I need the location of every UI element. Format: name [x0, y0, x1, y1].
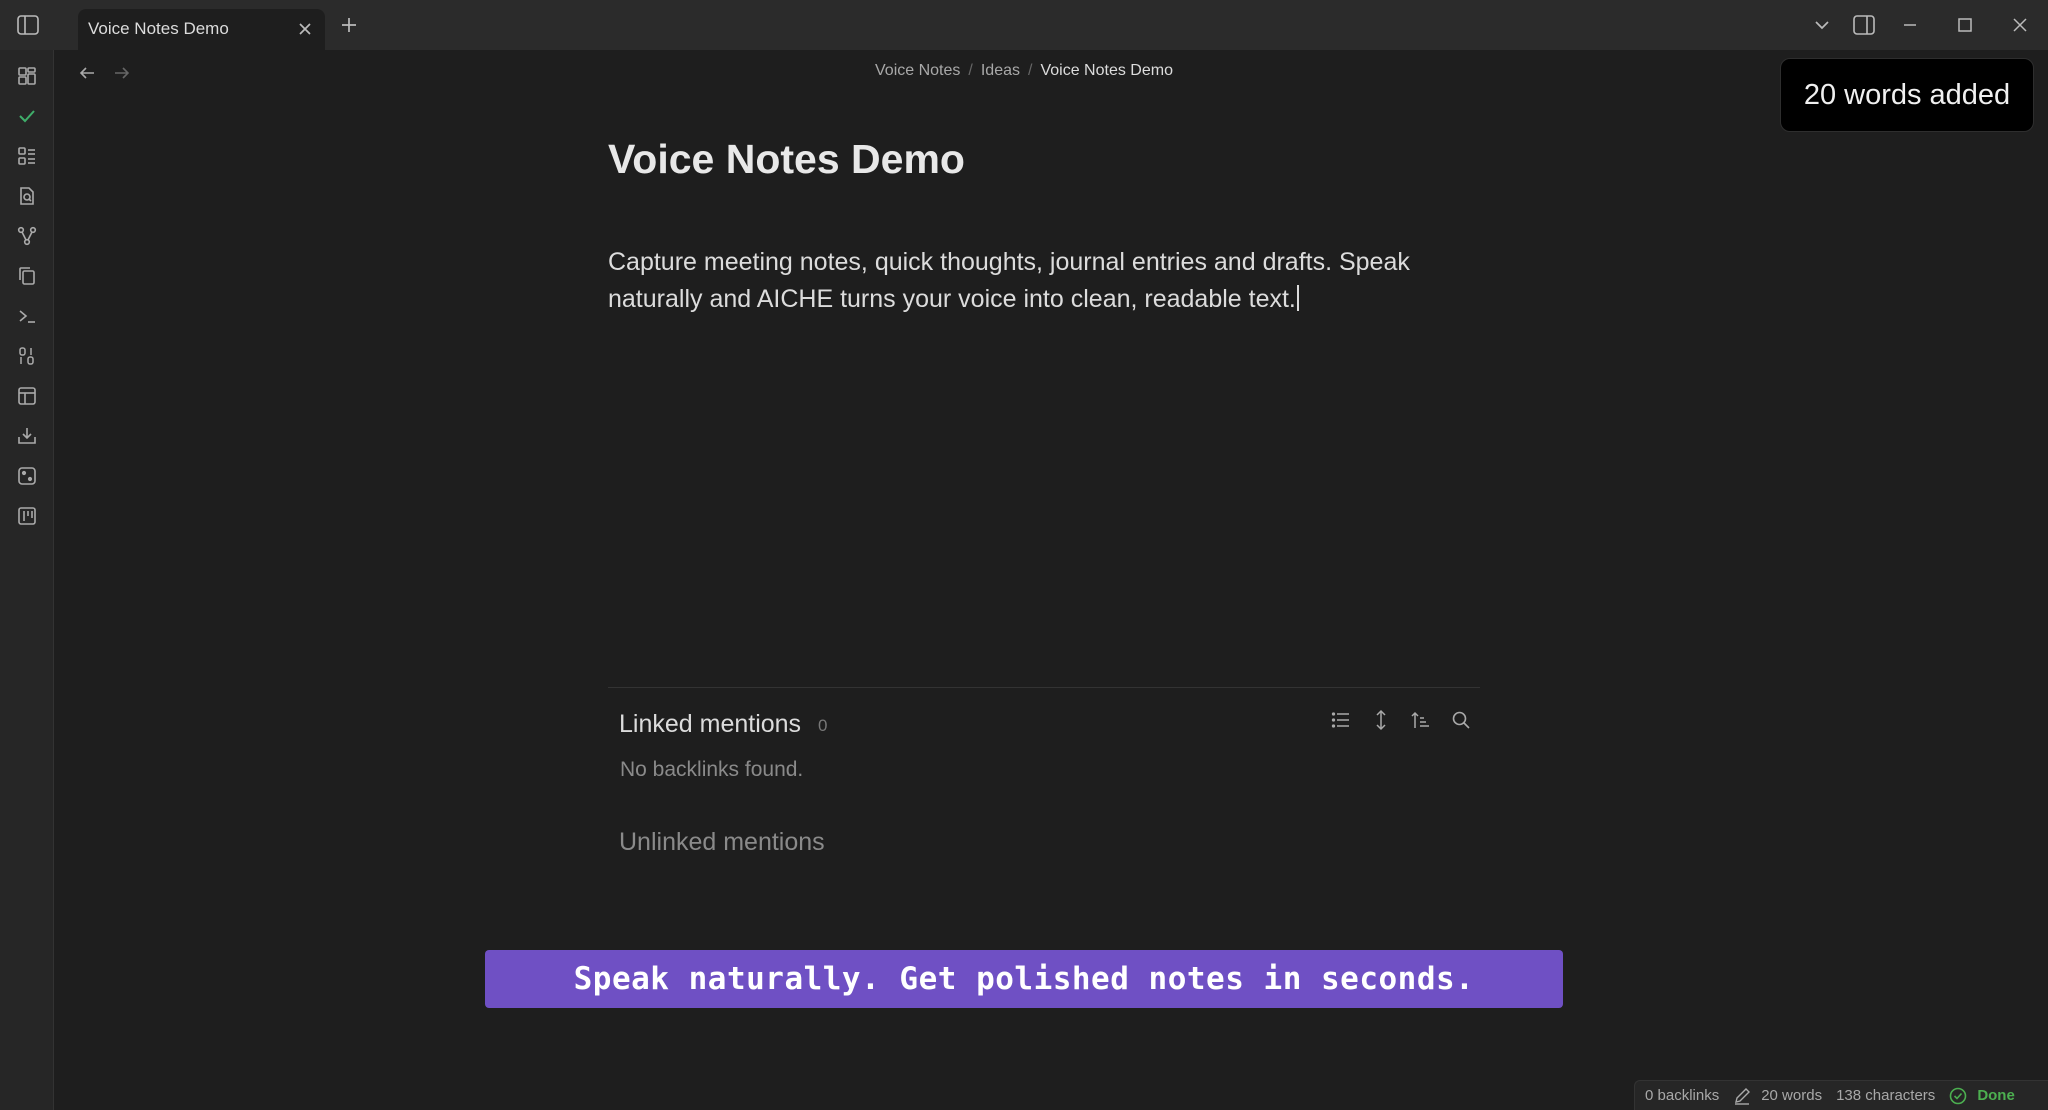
- dice-icon[interactable]: [13, 462, 41, 490]
- close-icon[interactable]: [295, 19, 315, 39]
- note-title[interactable]: Voice Notes Demo: [608, 136, 965, 183]
- tab-voice-notes-demo[interactable]: Voice Notes Demo: [78, 9, 325, 50]
- text-caret: [1296, 285, 1299, 311]
- note-body[interactable]: Capture meeting notes, quick thoughts, j…: [608, 244, 1488, 318]
- table-icon[interactable]: [13, 382, 41, 410]
- show-more-context-icon[interactable]: [1368, 707, 1394, 733]
- file-search-icon[interactable]: [13, 182, 41, 210]
- list-icon[interactable]: [13, 142, 41, 170]
- linked-mentions-count: 0: [818, 716, 828, 735]
- right-sidebar-toggle-icon[interactable]: [1852, 14, 1876, 36]
- promo-banner: Speak naturally. Get polished notes in s…: [485, 950, 1563, 1008]
- breadcrumb-item-voice-notes[interactable]: Voice Notes: [875, 62, 960, 79]
- collapse-results-icon[interactable]: [1328, 707, 1354, 733]
- chevron-down-icon[interactable]: [1810, 14, 1834, 36]
- maximize-icon[interactable]: [1953, 14, 1977, 36]
- new-tab-icon[interactable]: [338, 14, 360, 36]
- breadcrumb: Voice Notes / Ideas / Voice Notes Demo: [0, 62, 2048, 80]
- terminal-icon[interactable]: [13, 302, 41, 330]
- breadcrumb-separator: /: [968, 62, 973, 79]
- check-icon[interactable]: [13, 102, 41, 130]
- backlinks-divider: [608, 687, 1480, 688]
- tab-title: Voice Notes Demo: [88, 19, 229, 38]
- kanban-icon[interactable]: [13, 502, 41, 530]
- window-close-icon[interactable]: [2008, 14, 2032, 36]
- sidebar-toggle-icon[interactable]: [14, 13, 42, 37]
- linked-mentions-heading[interactable]: Linked mentions: [619, 710, 801, 739]
- sort-icon[interactable]: [1407, 707, 1433, 733]
- search-icon[interactable]: [1448, 707, 1474, 733]
- note-body-text: Capture meeting notes, quick thoughts, j…: [608, 248, 1410, 313]
- breadcrumb-item-current[interactable]: Voice Notes Demo: [1040, 62, 1173, 79]
- breadcrumb-item-ideas[interactable]: Ideas: [981, 62, 1020, 79]
- graph-icon[interactable]: [13, 222, 41, 250]
- sync-check-icon[interactable]: [1949, 1087, 1967, 1105]
- minimize-icon[interactable]: [1898, 14, 1922, 36]
- copy-icon[interactable]: [13, 262, 41, 290]
- breadcrumb-separator: /: [1028, 62, 1033, 79]
- left-ribbon: [0, 50, 54, 1110]
- title-bar: Voice Notes Demo: [0, 0, 2048, 50]
- status-sync: Done: [1977, 1087, 2015, 1104]
- import-icon[interactable]: [13, 422, 41, 450]
- status-backlinks[interactable]: 0 backlinks: [1645, 1087, 1719, 1104]
- no-backlinks-message: No backlinks found.: [620, 758, 804, 781]
- binary-icon[interactable]: [13, 342, 41, 370]
- status-bar: 0 backlinks 20 words 138 characters Done: [1634, 1080, 2048, 1110]
- status-word-count: 20 words: [1761, 1087, 1823, 1104]
- unlinked-mentions-heading[interactable]: Unlinked mentions: [619, 828, 825, 857]
- pencil-icon[interactable]: [1733, 1087, 1751, 1105]
- word-count-toast: 20 words added: [1780, 58, 2034, 132]
- status-character-count: 138 characters: [1836, 1087, 1936, 1104]
